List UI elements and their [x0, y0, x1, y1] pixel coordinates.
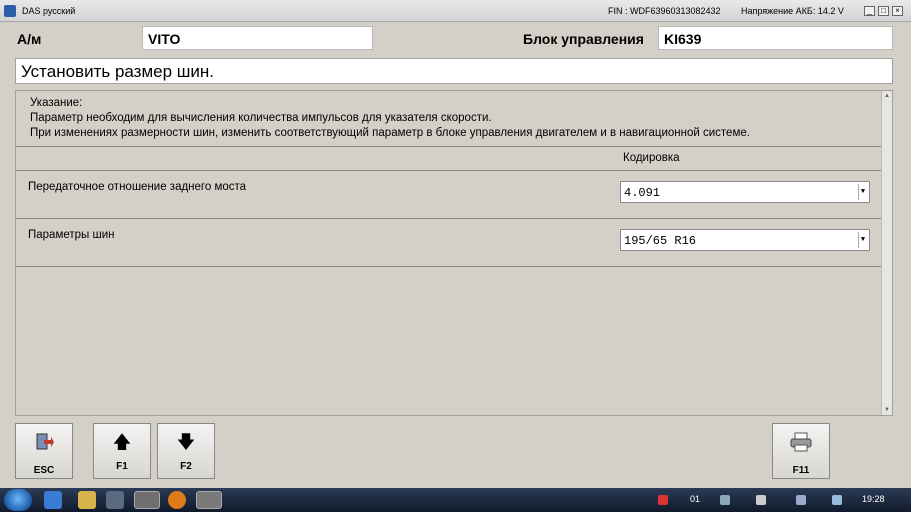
esc-label: ESC	[33, 465, 55, 476]
language-indicator[interactable]: 01	[690, 494, 700, 504]
vehicle-label: А/м	[17, 31, 42, 47]
tray-printer-icon[interactable]	[756, 495, 766, 505]
explorer-icon[interactable]	[78, 491, 96, 509]
task-title: Установить размер шин.	[15, 58, 893, 84]
restore-button[interactable]: □	[878, 6, 889, 16]
window-title: DAS русский	[22, 6, 76, 16]
axle-ratio-label: Передаточное отношение заднего моста	[28, 181, 247, 193]
ecu-field: KI639	[658, 26, 893, 50]
scroll-up-icon[interactable]: ▲	[883, 93, 891, 99]
fin-readout: FIN : WDF63960313082432	[608, 6, 721, 16]
title-bar: DAS русский FIN : WDF63960313082432 Напр…	[0, 0, 911, 22]
app-icon	[4, 5, 16, 17]
taskbar: 01 19:28	[0, 488, 911, 512]
axle-ratio-select[interactable]: 4.091 ▼	[620, 181, 870, 203]
arrow-up-icon: 🡅	[112, 432, 132, 452]
close-button[interactable]: ×	[892, 6, 903, 16]
table-row: Передаточное отношение заднего моста 4.0…	[16, 171, 882, 219]
f2-label: F2	[180, 461, 192, 472]
chevron-down-icon[interactable]: ▼	[858, 184, 867, 200]
app-icon[interactable]	[106, 491, 124, 509]
esc-button[interactable]: ESC	[15, 423, 73, 479]
note-line-1: Параметр необходим для вычисления количе…	[30, 112, 492, 124]
battery-voltage-readout: Напряжение АКБ: 14.2 V	[741, 6, 844, 16]
printer-icon	[773, 432, 829, 456]
exit-door-icon	[16, 432, 72, 456]
arrow-down-icon: 🡇	[176, 432, 196, 452]
coding-column-header: Кодировка	[623, 152, 680, 164]
tire-params-label: Параметры шин	[28, 229, 115, 241]
column-header-row: Кодировка	[16, 147, 882, 171]
axle-ratio-value: 4.091	[624, 186, 661, 200]
vertical-scrollbar[interactable]: ▲ ▼	[881, 91, 892, 415]
table-row: Параметры шин 195/65 R16 ▼	[16, 219, 882, 267]
note-line-2: При изменениях размерности шин, изменить…	[30, 127, 750, 139]
ecu-label: Блок управления	[523, 31, 644, 47]
scroll-down-icon[interactable]: ▼	[883, 407, 891, 413]
tire-params-value: 195/65 R16	[624, 234, 697, 248]
coding-panel: Указание: Параметр необходим для вычисле…	[15, 90, 893, 416]
minimize-button[interactable]: _	[864, 6, 875, 16]
f11-label: F11	[792, 465, 810, 476]
note-box: Указание: Параметр необходим для вычисле…	[16, 91, 882, 147]
das-task-icon[interactable]	[134, 491, 160, 509]
f2-button[interactable]: 🡇 F2	[157, 423, 215, 479]
f1-button[interactable]: 🡅 F1	[93, 423, 151, 479]
tray-volume-icon[interactable]	[796, 495, 806, 505]
start-button[interactable]	[4, 489, 32, 511]
f1-label: F1	[116, 461, 128, 472]
firefox-icon[interactable]	[168, 491, 186, 509]
clock[interactable]: 19:28	[862, 494, 885, 504]
f11-button[interactable]: F11	[772, 423, 830, 479]
ie-icon[interactable]	[44, 491, 62, 509]
chevron-down-icon[interactable]: ▼	[858, 232, 867, 248]
tray-network-icon[interactable]	[720, 495, 730, 505]
tire-params-select[interactable]: 195/65 R16 ▼	[620, 229, 870, 251]
window-task-icon[interactable]	[196, 491, 222, 509]
vehicle-field: VITO	[142, 26, 373, 50]
tray-alert-icon[interactable]	[658, 495, 668, 505]
tray-display-icon[interactable]	[832, 495, 842, 505]
note-heading: Указание:	[30, 97, 83, 109]
